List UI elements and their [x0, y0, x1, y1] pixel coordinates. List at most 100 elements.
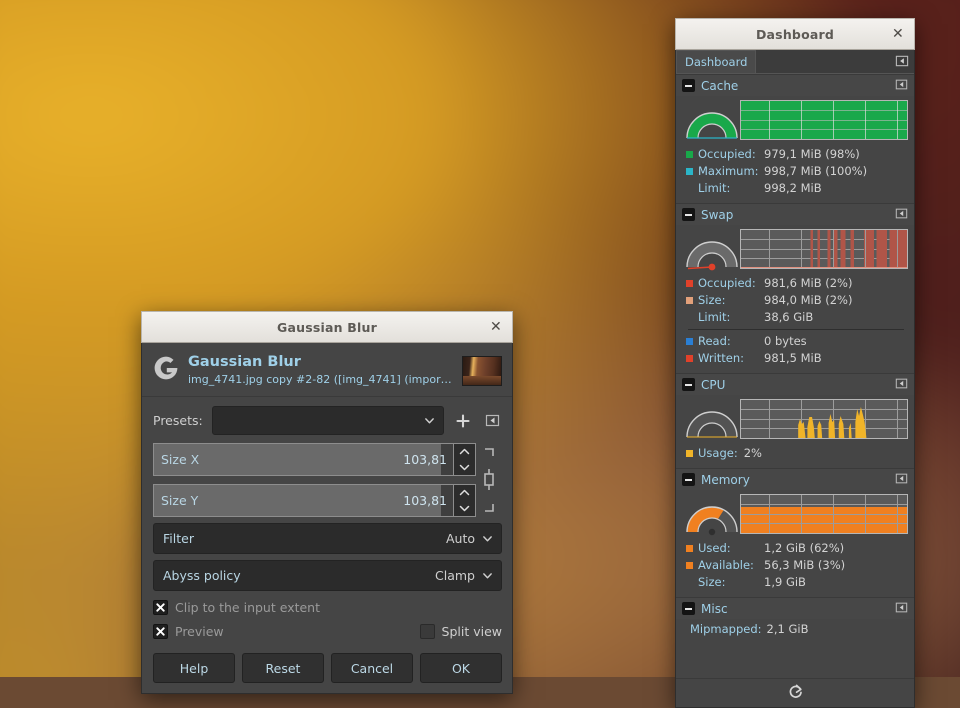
group-menu-icon[interactable]	[895, 205, 908, 224]
swatch	[686, 168, 693, 175]
stat-row: Usage: 2%	[686, 445, 908, 462]
misc-value: 2,1 GiB	[767, 622, 809, 636]
presets-combobox[interactable]	[212, 406, 444, 435]
stat-value: 998,7 MiB (100%)	[764, 163, 867, 180]
stat-value: 1,9 GiB	[764, 574, 806, 591]
check-x-icon	[156, 603, 165, 612]
operation-subtitle: img_4741.jpg copy #2-82 ([img_4741] (imp…	[188, 372, 453, 387]
group-menu-icon[interactable]	[895, 470, 908, 489]
stat-value: 981,6 MiB (2%)	[764, 275, 852, 292]
stat-row: Read: 0 bytes	[686, 333, 908, 350]
group-memory-header[interactable]: Memory	[676, 469, 914, 490]
clip-to-input-extent-checkbox[interactable]	[153, 600, 168, 615]
tab-menu-icon[interactable]	[895, 53, 909, 72]
cpu-gauge-icon	[684, 399, 740, 441]
stat-key: Usage:	[698, 445, 738, 462]
abyss-policy-combobox[interactable]: Abyss policy Clamp	[153, 560, 502, 591]
split-view-checkbox[interactable]	[420, 624, 435, 639]
swatch	[686, 151, 693, 158]
group-cpu: CPU	[676, 373, 914, 468]
abyss-policy-value: Clamp	[435, 568, 475, 583]
filter-value: Auto	[446, 531, 475, 546]
cancel-button[interactable]: Cancel	[331, 653, 413, 683]
size-x-slider[interactable]: Size X 103,81	[153, 443, 454, 476]
group-menu-icon[interactable]	[895, 76, 908, 95]
operation-text: Gaussian Blur img_4741.jpg copy #2-82 ([…	[188, 353, 453, 387]
ok-button[interactable]: OK	[420, 653, 502, 683]
cpu-stats: Usage: 2%	[676, 443, 914, 468]
swatch	[686, 314, 693, 321]
size-y-slider[interactable]: Size Y 103,81	[153, 484, 454, 517]
tab-dashboard[interactable]: Dashboard	[676, 50, 756, 73]
stat-key: Maximum:	[698, 163, 764, 180]
help-button[interactable]: Help	[153, 653, 235, 683]
stat-value: 1,2 GiB (62%)	[764, 540, 844, 557]
size-y-stepper-up[interactable]	[454, 485, 475, 501]
cache-meter-row	[676, 96, 914, 144]
reset-icon[interactable]	[787, 683, 804, 704]
chevron-down-icon	[482, 533, 493, 544]
filter-combobox[interactable]: Filter Auto	[153, 523, 502, 554]
swatch	[686, 450, 693, 457]
collapse-icon[interactable]	[682, 473, 695, 486]
stat-value: 38,6 GiB	[764, 309, 813, 326]
reset-button[interactable]: Reset	[242, 653, 324, 683]
dashboard-tabstrip: Dashboard	[676, 50, 914, 74]
operation-title: Gaussian Blur	[188, 353, 453, 371]
close-icon[interactable]: ✕	[889, 25, 907, 43]
group-cache-header[interactable]: Cache	[676, 75, 914, 96]
chevron-down-icon	[482, 570, 493, 581]
size-y-stepper[interactable]	[454, 484, 476, 517]
dashboard-footer	[676, 678, 914, 707]
cache-graph	[740, 100, 908, 140]
preview-checkbox[interactable]	[153, 624, 168, 639]
stat-row: Used: 1,2 GiB (62%)	[686, 540, 908, 557]
stat-key: Limit:	[698, 309, 764, 326]
plus-icon[interactable]	[453, 411, 473, 431]
cache-stats: Occupied: 979,1 MiB (98%) Maximum: 998,7…	[676, 144, 914, 203]
preview-row[interactable]: Preview Split view	[153, 624, 502, 639]
stat-key: Used:	[698, 540, 764, 557]
dashboard-body: Dashboard Cache	[675, 50, 915, 708]
group-menu-icon[interactable]	[895, 375, 908, 394]
operation-header: Gaussian Blur img_4741.jpg copy #2-82 ([…	[142, 343, 512, 397]
memory-meter-row	[676, 490, 914, 538]
swatch	[686, 185, 693, 192]
memory-stats: Used: 1,2 GiB (62%) Available: 56,3 MiB …	[676, 538, 914, 597]
swatch	[686, 579, 693, 586]
group-swap-header[interactable]: Swap	[676, 204, 914, 225]
cpu-graph	[740, 399, 908, 439]
size-x-stepper-down[interactable]	[454, 460, 475, 476]
abyss-policy-label: Abyss policy	[163, 568, 241, 583]
collapse-icon[interactable]	[682, 378, 695, 391]
size-x-stepper[interactable]	[454, 443, 476, 476]
group-memory-title: Memory	[701, 473, 889, 487]
size-x-stepper-up[interactable]	[454, 444, 475, 460]
group-menu-icon[interactable]	[895, 599, 908, 618]
swatch	[686, 562, 693, 569]
misc-stats: Mipmapped: 2,1 GiB	[676, 619, 914, 646]
dashboard-titlebar: Dashboard ✕	[675, 18, 915, 50]
dialog-title: Gaussian Blur	[277, 320, 377, 335]
group-cpu-header[interactable]: CPU	[676, 374, 914, 395]
misc-key: Mipmapped:	[690, 622, 762, 636]
collapse-icon[interactable]	[682, 602, 695, 615]
stat-row: Available: 56,3 MiB (3%)	[686, 557, 908, 574]
collapse-icon[interactable]	[682, 79, 695, 92]
size-y-stepper-down[interactable]	[454, 501, 475, 517]
group-swap: Swap	[676, 203, 914, 373]
preset-menu-icon[interactable]	[482, 411, 502, 431]
stat-key: Occupied:	[698, 146, 764, 163]
preview-label: Preview	[175, 624, 224, 639]
clip-to-input-extent-row[interactable]: Clip to the input extent	[153, 600, 502, 615]
size-y-label: Size Y	[161, 493, 198, 508]
group-misc: Misc Mipmapped: 2,1 GiB	[676, 597, 914, 646]
stat-row: Maximum: 998,7 MiB (100%)	[686, 163, 908, 180]
size-sliders: Size X 103,81	[153, 443, 502, 517]
close-icon[interactable]: ✕	[487, 318, 505, 336]
chain-link-icon[interactable]	[476, 443, 502, 517]
collapse-icon[interactable]	[682, 208, 695, 221]
swatch	[686, 338, 693, 345]
swatch	[686, 280, 693, 287]
group-misc-header[interactable]: Misc	[676, 598, 914, 619]
